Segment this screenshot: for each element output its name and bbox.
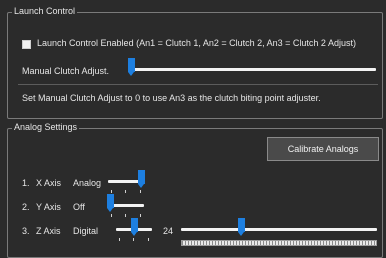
tick <box>140 190 141 193</box>
axis-value-readout: 24 <box>163 226 174 236</box>
axis-name: X Axis <box>36 178 62 188</box>
axis-mode-slider-thumb[interactable] <box>130 218 138 236</box>
tick <box>140 214 141 217</box>
axis-value-gauge <box>181 240 377 246</box>
axis-mode-slider-thumb[interactable] <box>138 170 145 188</box>
tick <box>111 214 112 217</box>
axis-index: 3. <box>22 226 30 236</box>
axis-index: 1. <box>22 178 30 188</box>
axis-value-slider-track <box>181 228 377 231</box>
axis-mode-label: Digital <box>73 226 99 236</box>
tick <box>125 190 126 193</box>
axis-mode-slider-ticks <box>116 238 152 242</box>
calibrate-analogs-button[interactable]: Calibrate Analogs <box>267 137 379 161</box>
launch-control-divider <box>18 84 378 85</box>
tick <box>125 214 126 217</box>
manual-clutch-slider-thumb[interactable] <box>128 58 135 76</box>
axis-mode-label: Off <box>73 202 85 212</box>
axis-mode-label: Analog <box>73 178 102 188</box>
manual-clutch-slider-track <box>128 68 376 71</box>
analog-settings-group-title: Analog Settings <box>12 122 80 132</box>
axis-name: Y Axis <box>36 202 61 212</box>
axis-mode-slider-ticks <box>108 214 144 218</box>
manual-clutch-hint: Set Manual Clutch Adjust to 0 to use An3… <box>22 93 321 103</box>
tick <box>119 238 120 241</box>
tick <box>148 238 149 241</box>
tick <box>111 190 112 193</box>
manual-clutch-label: Manual Clutch Adjust. <box>22 66 110 76</box>
launch-control-checkbox[interactable] <box>22 40 31 49</box>
launch-control-group-title: Launch Control <box>12 6 78 16</box>
tick <box>133 238 134 241</box>
axis-mode-slider-thumb[interactable] <box>107 194 114 212</box>
axis-index: 2. <box>22 202 30 212</box>
axis-value-slider-thumb[interactable] <box>237 218 245 236</box>
axis-name: Z Axis <box>36 226 61 236</box>
launch-control-checkbox-label[interactable]: Launch Control Enabled (An1 = Clutch 1, … <box>37 38 356 48</box>
